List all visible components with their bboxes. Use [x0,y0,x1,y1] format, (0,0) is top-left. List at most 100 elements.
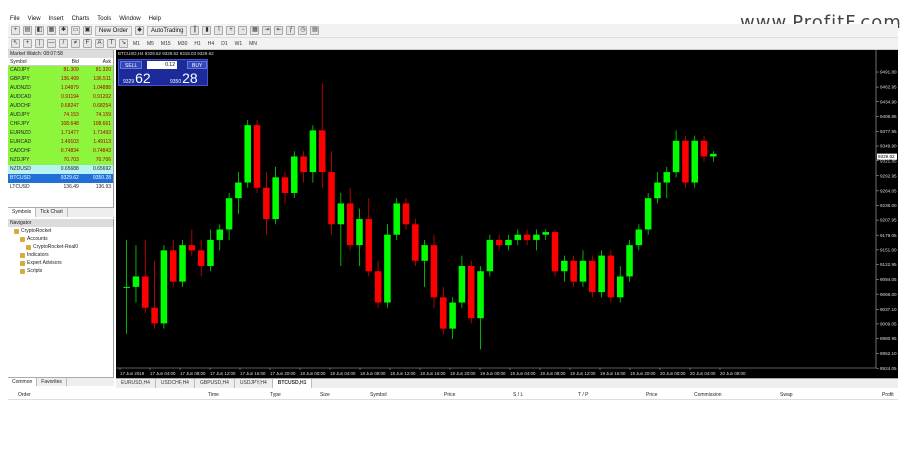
menu-tools[interactable]: Tools [97,16,111,22]
terminal-column-header[interactable]: Commission [694,392,722,398]
zoom-in-icon[interactable]: + [226,26,236,35]
menu-help[interactable]: Help [149,16,161,22]
autoscroll-icon[interactable]: ⇥ [262,26,272,35]
market-watch-row[interactable]: BTCUSD 9329.62 9350.28 [8,174,113,183]
market-watch-row[interactable]: AUDJPY 74.153 74.159 [8,111,113,120]
menu-file[interactable]: File [10,16,20,22]
tile-windows-icon[interactable]: ▦ [250,26,260,35]
text-icon[interactable]: A [95,39,104,48]
sell-button[interactable]: SELL [120,61,143,69]
market-watch-row[interactable]: NZDJPY 70.703 70.706 [8,156,113,165]
data-window-icon[interactable]: ▦ [47,26,56,35]
market-watch-row[interactable]: EURCAD 1.49103 1.49113 [8,138,113,147]
new-order-button[interactable]: New Order [95,25,133,36]
candlestick-icon[interactable]: ▮ [202,26,212,35]
chart-tab[interactable]: BTCUSD,H1 [272,379,313,388]
new-chart-icon[interactable]: + [11,26,20,35]
timeframe-mn[interactable]: MN [247,41,259,47]
timeframe-w1[interactable]: W1 [233,41,245,47]
market-watch-row[interactable]: EURNZD 1.71477 1.71493 [8,129,113,138]
buy-button[interactable]: BUY [187,61,208,69]
terminal-column-header[interactable]: Symbol [370,392,387,398]
arrows-icon[interactable]: ↘ [119,39,128,48]
periods-icon[interactable]: ◷ [298,26,308,35]
terminal-column-header[interactable]: Order [18,392,31,398]
y-tick-label: 9179.05 [880,233,897,238]
timeframe-d1[interactable]: D1 [219,41,229,47]
line-chart-icon[interactable]: ⌇ [214,26,224,35]
tab-symbols[interactable]: Symbols [8,208,37,217]
tab-common[interactable]: Common [8,378,38,386]
timeframe-m1[interactable]: M1 [131,41,142,47]
timeframe-h1[interactable]: H1 [192,41,202,47]
strategy-tester-icon[interactable]: ▣ [83,26,92,35]
terminal-column-header[interactable]: Price [646,392,657,398]
terminal-column-header[interactable]: Price [444,392,455,398]
cursor-icon[interactable]: ↖ [11,39,20,48]
chart-shift-icon[interactable]: ⇤ [274,26,284,35]
column-ask[interactable]: Ask [81,58,113,65]
market-watch-header: Symbol Bid Ask [8,58,113,66]
market-watch-row[interactable]: AUDCHF 0.68247 0.68254 [8,102,113,111]
menu-window[interactable]: Window [119,16,140,22]
market-watch-icon[interactable]: ◧ [35,26,44,35]
terminal-column-header[interactable]: Type [270,392,281,398]
crosshair-icon[interactable]: + [23,39,32,48]
navigator-item[interactable]: Expert Advisors [8,259,113,267]
fibonacci-icon[interactable]: F [83,39,92,48]
navigator-item[interactable]: Accounts [8,235,113,243]
navigator-item[interactable]: CryptoRocket [8,227,113,235]
chart-tab[interactable]: USDJPY,H4 [235,379,273,388]
menu-charts[interactable]: Charts [72,16,90,22]
market-watch-row[interactable]: CADCHF 0.74834 0.74843 [8,147,113,156]
timeframe-m5[interactable]: M5 [145,41,156,47]
market-watch-row[interactable]: NZDUSD 0.65688 0.65692 [8,165,113,174]
terminal-column-header[interactable]: T / P [578,392,588,398]
lot-size-input[interactable]: 0.12 [147,61,177,69]
navigator-item[interactable]: Scripts [8,267,113,275]
navigator-icon[interactable]: ✱ [59,26,68,35]
chart-tab[interactable]: EURUSD,H4 [116,379,156,388]
terminal-column-header[interactable]: Profit [882,392,894,398]
vertical-line-icon[interactable]: | [35,39,44,48]
auto-trading-button[interactable]: AutoTrading [147,25,188,36]
chart-tab[interactable]: GBPUSD,H4 [195,379,235,388]
menu-insert[interactable]: Insert [49,16,64,22]
terminal-column-header[interactable]: Time [208,392,219,398]
column-symbol[interactable]: Symbol [8,58,49,65]
column-bid[interactable]: Bid [49,58,81,65]
channel-icon[interactable]: ≠ [71,39,80,48]
zoom-out-icon[interactable]: − [238,26,248,35]
bar-chart-icon[interactable]: ┃ [190,26,200,35]
market-watch-row[interactable]: CHFJPY 108.648 108.661 [8,120,113,129]
terminal-column-header[interactable]: Size [320,392,330,398]
templates-icon[interactable]: ▤ [310,26,320,35]
horizontal-line-icon[interactable]: — [47,39,56,48]
market-watch-row[interactable]: AUDNZD 1.04879 1.04888 [8,84,113,93]
label-icon[interactable]: T [107,39,116,48]
menu-view[interactable]: View [28,16,41,22]
buy-price[interactable]: 9350 28 [170,71,198,85]
market-watch-row[interactable]: AUDCAD 0.91194 0.91202 [8,93,113,102]
market-watch-row[interactable]: GBPJPY 136.499 136.511 [8,75,113,84]
terminal-icon[interactable]: ▭ [71,26,80,35]
trendline-icon[interactable]: / [59,39,68,48]
profiles-icon[interactable]: ▤ [23,26,32,35]
timeframe-m30[interactable]: M30 [176,41,190,47]
tab-favorites[interactable]: Favorites [37,378,67,386]
market-watch-row[interactable]: LTCUSD 136.49 136.93 [8,183,113,192]
chart-window[interactable]: 9491.80 9462.95 9434.90 9406.85 9377.95 9349.… [116,50,898,378]
timeframe-m15[interactable]: M15 [159,41,173,47]
navigator-item[interactable]: Indicators [8,251,113,259]
metaeditor-icon[interactable]: ◆ [135,26,145,35]
navigator-item[interactable]: CryptoRocket-Real0 [8,243,113,251]
indicators-icon[interactable]: ƒ [286,26,296,35]
timeframe-h4[interactable]: H4 [206,41,216,47]
sell-price[interactable]: 9329 62 [123,71,151,85]
market-watch-row[interactable]: CADJPY 81.309 81.320 [8,66,113,75]
terminal-column-header[interactable]: Swap [780,392,793,398]
chart-tab[interactable]: USDCHF,H4 [156,379,195,388]
tab-tick-chart[interactable]: Tick Chart [36,208,68,217]
terminal-column-header[interactable]: S / L [513,392,523,398]
candlestick-chart[interactable]: 9491.80 9462.95 9434.90 9406.85 9377.95 9349.… [116,50,898,378]
